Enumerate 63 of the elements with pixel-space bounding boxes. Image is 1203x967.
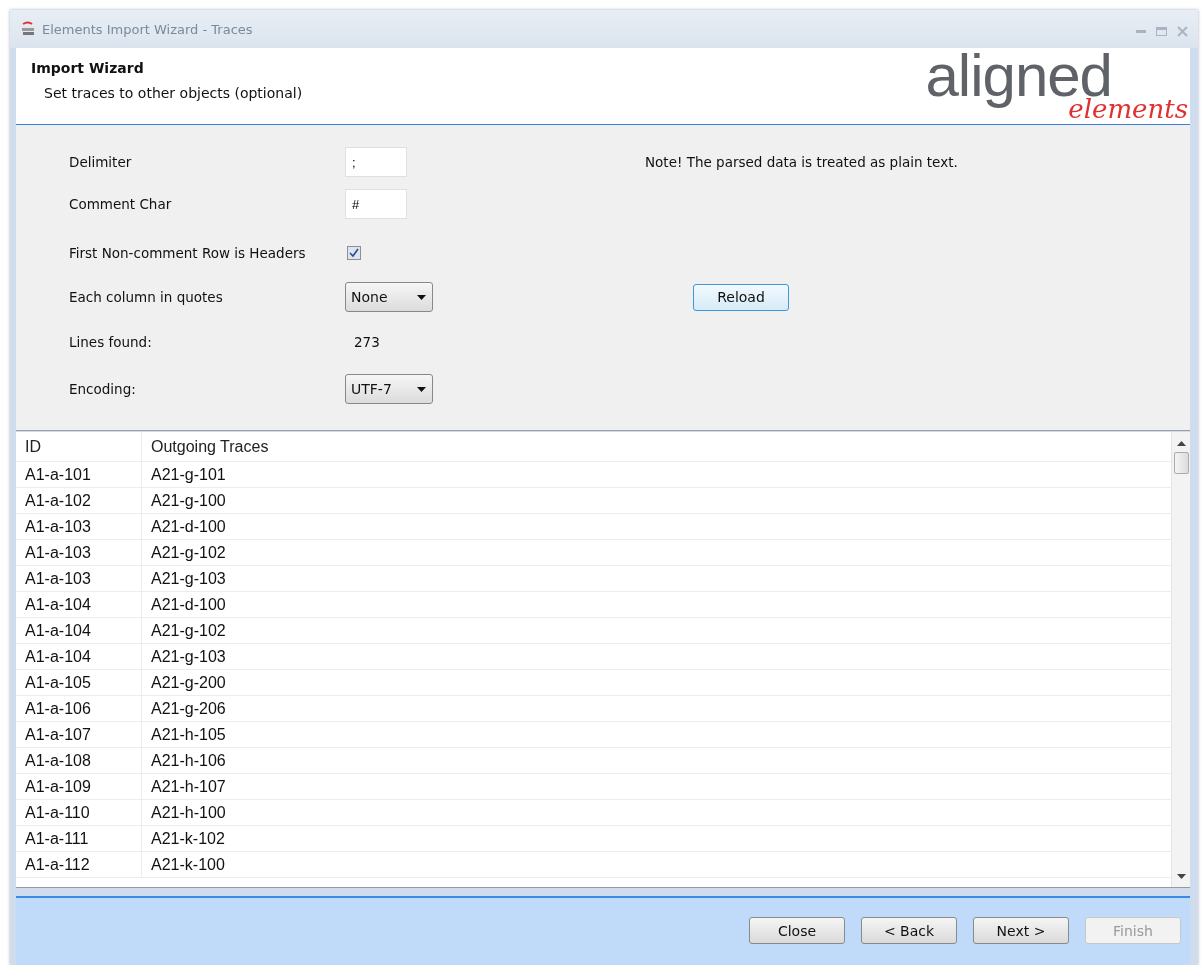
lines-found-value: 273 bbox=[353, 334, 381, 350]
note-text: Note! The parsed data is treated as plain text. bbox=[645, 154, 959, 170]
scroll-up-icon[interactable] bbox=[1176, 441, 1186, 446]
app-icon bbox=[20, 21, 36, 37]
table-cell-text: A21-g-102 bbox=[150, 542, 227, 563]
wizard-title: Import Wizard bbox=[31, 60, 145, 76]
table-cell: A1-a-110 bbox=[16, 800, 142, 825]
caret-icon bbox=[417, 386, 426, 392]
reload-button[interactable]: Reload bbox=[693, 283, 789, 311]
table-cell: A1-a-111 bbox=[16, 826, 142, 851]
table-cell-text: A21-h-106 bbox=[150, 750, 227, 771]
encoding-dropdown[interactable]: UTF-7 bbox=[345, 374, 433, 404]
column-header[interactable]: ID bbox=[16, 432, 142, 461]
table-cell: A1-a-109 bbox=[16, 774, 142, 799]
field-label: Encoding: bbox=[69, 381, 137, 397]
caret-icon bbox=[417, 294, 426, 300]
wizard-button[interactable]: Close bbox=[749, 917, 845, 944]
table-cell: A1-a-102 bbox=[16, 488, 142, 513]
table-cell: A1-a-105 bbox=[16, 670, 142, 695]
window-title: Elements Import Wizard - Traces bbox=[42, 21, 254, 37]
table-cell-text: A21-g-103 bbox=[150, 568, 227, 589]
close-icon[interactable] bbox=[1177, 25, 1188, 37]
table-cell: A1-a-103 bbox=[16, 514, 142, 539]
table-cell: A1-a-103 bbox=[16, 540, 142, 565]
table-cell-text: A21-g-200 bbox=[150, 672, 227, 693]
delimiter-field[interactable]: ; bbox=[345, 147, 407, 177]
table-cell: A1-a-108 bbox=[16, 748, 142, 773]
table-cell: A1-a-104 bbox=[16, 644, 142, 669]
maximize-icon[interactable] bbox=[1156, 26, 1167, 36]
table-cell-text: A21-h-105 bbox=[150, 724, 227, 745]
minimize-icon[interactable] bbox=[1136, 29, 1146, 33]
scrollbar-thumb[interactable] bbox=[1173, 452, 1189, 474]
table-cell-text: A21-d-100 bbox=[150, 516, 227, 537]
table-cell-text: A21-h-100 bbox=[150, 802, 227, 823]
table-cell-text: A21-g-102 bbox=[150, 620, 227, 641]
field-label: Comment Char bbox=[69, 196, 173, 212]
table-cell: A1-a-112 bbox=[16, 852, 142, 877]
table-cell-text: A21-g-100 bbox=[150, 490, 227, 511]
quotes-dropdown[interactable]: None bbox=[345, 282, 433, 312]
wizard-button[interactable]: < Back bbox=[861, 917, 957, 944]
table-cell-text: A21-d-100 bbox=[150, 594, 227, 615]
table-cell: A1-a-104 bbox=[16, 592, 142, 617]
field-label: First Non-comment Row is Headers bbox=[69, 245, 307, 261]
table-cell-text: A21-g-103 bbox=[150, 646, 227, 667]
table-cell-text: A21-k-102 bbox=[150, 828, 226, 849]
table-cell: A1-a-107 bbox=[16, 722, 142, 747]
field-label: Delimiter bbox=[69, 154, 133, 170]
table-cell-text: A21-k-100 bbox=[150, 854, 226, 875]
field-label: Each column in quotes bbox=[69, 289, 224, 305]
field-label: Lines found: bbox=[69, 334, 153, 350]
table-cell-text: A21-g-206 bbox=[150, 698, 227, 719]
wizard-button[interactable]: Next > bbox=[973, 917, 1069, 944]
table-cell: A1-a-104 bbox=[16, 618, 142, 643]
scroll-down-icon[interactable] bbox=[1176, 874, 1186, 879]
table-cell: A1-a-103 bbox=[16, 566, 142, 591]
table-cell-text: A21-g-101 bbox=[150, 464, 227, 485]
table-cell: A1-a-101 bbox=[16, 462, 142, 487]
table-cell: A1-a-106 bbox=[16, 696, 142, 721]
wizard-subtitle: Set traces to other objects (optional) bbox=[44, 85, 303, 101]
headers-checkbox[interactable] bbox=[347, 246, 361, 260]
comment-char-field[interactable]: # bbox=[345, 189, 407, 219]
column-header[interactable]: Outgoing Traces bbox=[142, 432, 1171, 461]
table-cell-text: A21-h-107 bbox=[150, 776, 227, 797]
